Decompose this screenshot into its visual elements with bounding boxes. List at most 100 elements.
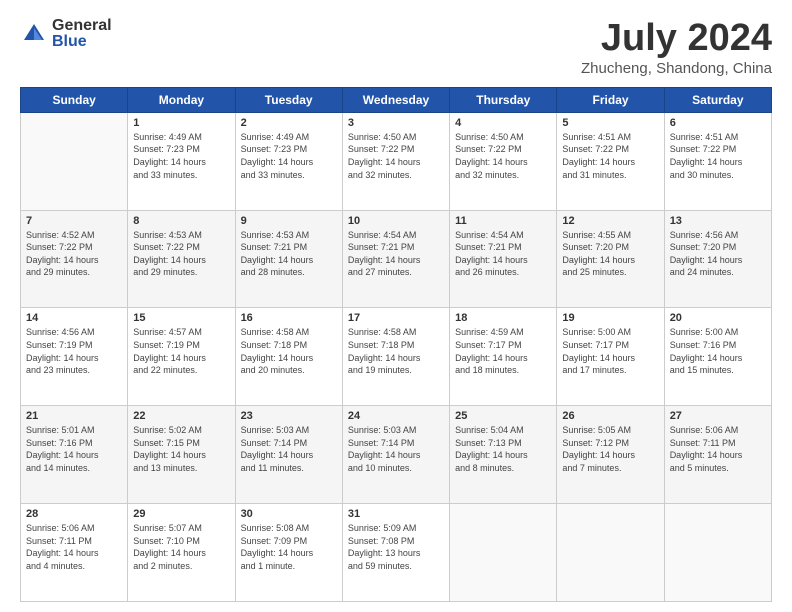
day-number: 15 <box>133 312 229 324</box>
day-info: Sunrise: 5:01 AM Sunset: 7:16 PM Dayligh… <box>26 424 122 474</box>
day-number: 8 <box>133 215 229 227</box>
day-number: 22 <box>133 410 229 422</box>
table-row: 1Sunrise: 4:49 AM Sunset: 7:23 PM Daylig… <box>128 112 235 210</box>
table-row: 6 Sunrise: 4:51 AM Sunset: 7:22 PM Daylig… <box>664 112 771 210</box>
day-number: 6 <box>670 117 766 129</box>
day-number: 10 <box>348 215 444 227</box>
day-info: Sunrise: 5:03 AM Sunset: 7:14 PM Dayligh… <box>241 424 337 474</box>
logo-general-text: General <box>52 18 112 34</box>
table-row: 15 Sunrise: 4:57 AM Sunset: 7:19 PM Dayli… <box>128 308 235 406</box>
table-row: 21 Sunrise: 5:01 AM Sunset: 7:16 PM Dayli… <box>21 406 128 504</box>
day-info: Sunrise: 5:00 AM Sunset: 7:16 PM Dayligh… <box>670 326 766 376</box>
table-row <box>664 504 771 602</box>
location-subtitle: Zhucheng, Shandong, China <box>581 60 772 77</box>
day-info: Sunrise: 4:58 AM Sunset: 7:18 PM Dayligh… <box>241 326 337 376</box>
day-number: 12 <box>562 215 658 227</box>
col-saturday: Saturday <box>664 87 771 112</box>
table-row: 17Sunrise: 4:58 AM Sunset: 7:18 PM Dayli… <box>342 308 449 406</box>
calendar-week-row: 14 Sunrise: 4:56 AM Sunset: 7:19 PM Dayli… <box>21 308 772 406</box>
table-row: 13 Sunrise: 4:56 AM Sunset: 7:20 PM Dayli… <box>664 210 771 308</box>
day-number: 2 <box>241 117 337 129</box>
table-row: 2 Sunrise: 4:49 AM Sunset: 7:23 PM Daylig… <box>235 112 342 210</box>
day-info: Sunrise: 4:53 AM Sunset: 7:21 PM Dayligh… <box>241 229 337 279</box>
table-row: 4 Sunrise: 4:50 AM Sunset: 7:22 PM Daylig… <box>450 112 557 210</box>
day-info: Sunrise: 4:50 AM Sunset: 7:22 PM Dayligh… <box>348 131 444 181</box>
calendar-week-row: 7 Sunrise: 4:52 AM Sunset: 7:22 PM Daylig… <box>21 210 772 308</box>
table-row: 22 Sunrise: 5:02 AM Sunset: 7:15 PM Dayli… <box>128 406 235 504</box>
day-info: Sunrise: 4:56 AM Sunset: 7:20 PM Dayligh… <box>670 229 766 279</box>
day-info: Sunrise: 5:00 AM Sunset: 7:17 PM Dayligh… <box>562 326 658 376</box>
table-row: 16 Sunrise: 4:58 AM Sunset: 7:18 PM Dayli… <box>235 308 342 406</box>
table-row: 25 Sunrise: 5:04 AM Sunset: 7:13 PM Dayli… <box>450 406 557 504</box>
day-number: 27 <box>670 410 766 422</box>
day-number: 18 <box>455 312 551 324</box>
day-info: Sunrise: 4:57 AM Sunset: 7:19 PM Dayligh… <box>133 326 229 376</box>
day-info: Sunrise: 4:53 AM Sunset: 7:22 PM Dayligh… <box>133 229 229 279</box>
day-info: Sunrise: 5:04 AM Sunset: 7:13 PM Dayligh… <box>455 424 551 474</box>
day-number: 25 <box>455 410 551 422</box>
day-info: Sunrise: 4:50 AM Sunset: 7:22 PM Dayligh… <box>455 131 551 181</box>
col-tuesday: Tuesday <box>235 87 342 112</box>
table-row: 28 Sunrise: 5:06 AM Sunset: 7:11 PM Dayli… <box>21 504 128 602</box>
page: General Blue July 2024 Zhucheng, Shandon… <box>0 0 792 612</box>
day-number: 4 <box>455 117 551 129</box>
day-info: Sunrise: 4:54 AM Sunset: 7:21 PM Dayligh… <box>348 229 444 279</box>
logo-blue-text: Blue <box>52 34 112 50</box>
day-number: 13 <box>670 215 766 227</box>
calendar-header-row: Sunday Monday Tuesday Wednesday Thursday… <box>21 87 772 112</box>
day-info: Sunrise: 5:02 AM Sunset: 7:15 PM Dayligh… <box>133 424 229 474</box>
table-row <box>21 112 128 210</box>
day-info: Sunrise: 4:56 AM Sunset: 7:19 PM Dayligh… <box>26 326 122 376</box>
table-row <box>557 504 664 602</box>
table-row: 23 Sunrise: 5:03 AM Sunset: 7:14 PM Dayli… <box>235 406 342 504</box>
col-wednesday: Wednesday <box>342 87 449 112</box>
day-number: 24 <box>348 410 444 422</box>
table-row: 12 Sunrise: 4:55 AM Sunset: 7:20 PM Dayli… <box>557 210 664 308</box>
day-number: 28 <box>26 508 122 520</box>
day-number: 20 <box>670 312 766 324</box>
day-number: 19 <box>562 312 658 324</box>
table-row <box>450 504 557 602</box>
day-info: Sunrise: 5:06 AM Sunset: 7:11 PM Dayligh… <box>670 424 766 474</box>
day-number: 16 <box>241 312 337 324</box>
calendar-table: Sunday Monday Tuesday Wednesday Thursday… <box>20 87 772 602</box>
table-row: 9 Sunrise: 4:53 AM Sunset: 7:21 PM Daylig… <box>235 210 342 308</box>
day-number: 21 <box>26 410 122 422</box>
table-row: 3 Sunrise: 4:50 AM Sunset: 7:22 PM Daylig… <box>342 112 449 210</box>
table-row: 20 Sunrise: 5:00 AM Sunset: 7:16 PM Dayli… <box>664 308 771 406</box>
day-number: 5 <box>562 117 658 129</box>
table-row: 8 Sunrise: 4:53 AM Sunset: 7:22 PM Daylig… <box>128 210 235 308</box>
day-number: 31 <box>348 508 444 520</box>
table-row: 7 Sunrise: 4:52 AM Sunset: 7:22 PM Daylig… <box>21 210 128 308</box>
day-number: 14 <box>26 312 122 324</box>
header: General Blue July 2024 Zhucheng, Shandon… <box>20 18 772 77</box>
table-row: 27 Sunrise: 5:06 AM Sunset: 7:11 PM Dayli… <box>664 406 771 504</box>
table-row: 14 Sunrise: 4:56 AM Sunset: 7:19 PM Dayli… <box>21 308 128 406</box>
day-info: Sunrise: 4:51 AM Sunset: 7:22 PM Dayligh… <box>670 131 766 181</box>
day-info: Sunrise: 4:52 AM Sunset: 7:22 PM Dayligh… <box>26 229 122 279</box>
day-number: 30 <box>241 508 337 520</box>
day-number: 17 <box>348 312 444 324</box>
day-info: Sunrise: 4:59 AM Sunset: 7:17 PM Dayligh… <box>455 326 551 376</box>
day-info: Sunrise: 5:03 AM Sunset: 7:14 PM Dayligh… <box>348 424 444 474</box>
day-number: 7 <box>26 215 122 227</box>
table-row: 10 Sunrise: 4:54 AM Sunset: 7:21 PM Dayli… <box>342 210 449 308</box>
day-info: Sunrise: 5:08 AM Sunset: 7:09 PM Dayligh… <box>241 522 337 572</box>
col-friday: Friday <box>557 87 664 112</box>
table-row: 26Sunrise: 5:05 AM Sunset: 7:12 PM Dayli… <box>557 406 664 504</box>
day-info: Sunrise: 4:55 AM Sunset: 7:20 PM Dayligh… <box>562 229 658 279</box>
day-info: Sunrise: 5:06 AM Sunset: 7:11 PM Dayligh… <box>26 522 122 572</box>
day-info: Sunrise: 4:49 AM Sunset: 7:23 PM Dayligh… <box>241 131 337 181</box>
col-thursday: Thursday <box>450 87 557 112</box>
day-info: Sunrise: 5:05 AM Sunset: 7:12 PM Dayligh… <box>562 424 658 474</box>
day-number: 23 <box>241 410 337 422</box>
title-block: July 2024 Zhucheng, Shandong, China <box>581 18 772 77</box>
table-row: 31Sunrise: 5:09 AM Sunset: 7:08 PM Dayli… <box>342 504 449 602</box>
day-number: 9 <box>241 215 337 227</box>
day-number: 3 <box>348 117 444 129</box>
calendar-week-row: 1Sunrise: 4:49 AM Sunset: 7:23 PM Daylig… <box>21 112 772 210</box>
logo: General Blue <box>20 18 112 50</box>
day-info: Sunrise: 4:51 AM Sunset: 7:22 PM Dayligh… <box>562 131 658 181</box>
table-row: 18 Sunrise: 4:59 AM Sunset: 7:17 PM Dayli… <box>450 308 557 406</box>
table-row: 11Sunrise: 4:54 AM Sunset: 7:21 PM Dayli… <box>450 210 557 308</box>
